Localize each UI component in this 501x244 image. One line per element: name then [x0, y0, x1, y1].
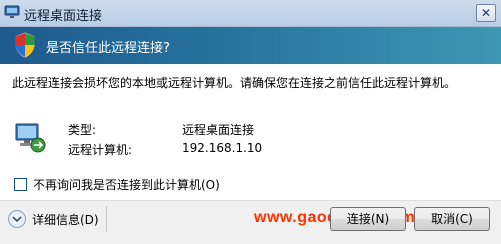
- details-button[interactable]: 详细信息(D): [8, 208, 105, 230]
- close-button[interactable]: ✕: [476, 4, 496, 22]
- window-title: 远程桌面连接: [24, 9, 103, 24]
- remote-desktop-app-icon: [4, 5, 20, 19]
- title-bar: 远程桌面连接 ✕: [0, 0, 501, 27]
- trust-banner: 是否信任此远程连接?: [0, 27, 501, 64]
- security-shield-icon: [13, 31, 37, 59]
- trust-question: 是否信任此远程连接?: [46, 41, 170, 56]
- cancel-button[interactable]: 取消(C): [414, 207, 490, 231]
- dont-ask-label[interactable]: 不再询问我是否连接到此计算机(O): [33, 176, 220, 193]
- dont-ask-checkbox[interactable]: [14, 178, 27, 191]
- details-divider: [106, 206, 107, 232]
- remote-computer-icon: [14, 122, 48, 154]
- details-label[interactable]: 详细信息(D): [32, 211, 99, 228]
- warning-message: 此远程连接会损坏您的本地或远程计算机。请确保您在连接之前信任此远程计算机。: [12, 76, 457, 90]
- connect-button[interactable]: 连接(N): [330, 207, 406, 231]
- type-value: 远程桌面连接: [182, 123, 255, 137]
- remote-computer-label: 远程计算机:: [68, 143, 133, 157]
- type-label: 类型:: [68, 123, 97, 137]
- chevron-down-icon[interactable]: [8, 210, 26, 228]
- remote-computer-value: 192.168.1.10: [182, 141, 263, 155]
